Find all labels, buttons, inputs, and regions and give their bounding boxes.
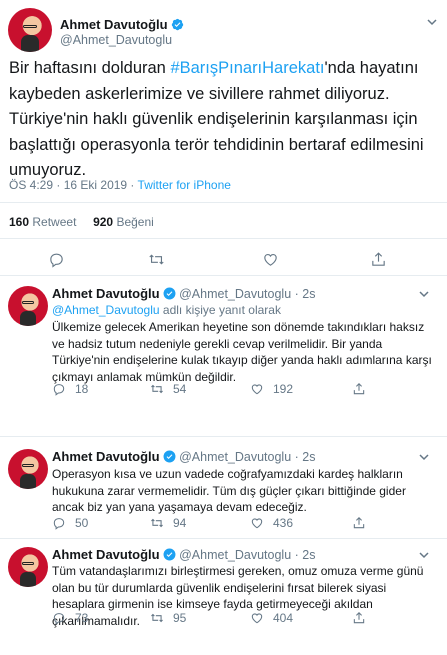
reply-tweet[interactable]: Ahmet Davutoğlu @Ahmet_Davutoglu · 2s Tü…	[0, 539, 447, 653]
caret-down-icon[interactable]	[418, 288, 430, 300]
avatar[interactable]	[8, 286, 48, 326]
reply-actions: 50 94 436	[52, 516, 432, 534]
like-button[interactable]	[262, 251, 279, 268]
reply-icon	[50, 253, 63, 268]
tweet-date[interactable]: 16 Eki 2019	[64, 178, 127, 192]
like-count-link[interactable]: 920 Beğeni	[93, 215, 154, 229]
like-icon	[264, 253, 277, 266]
retweet-icon	[151, 613, 163, 623]
like-icon	[251, 518, 263, 529]
share-icon	[353, 383, 365, 395]
retweet-icon	[151, 518, 163, 528]
tweet-stats: 160 Retweet 920 Beğeni	[9, 215, 154, 229]
reply-count: 18	[75, 382, 89, 396]
verified-badge-icon	[163, 450, 176, 463]
reply-icon	[53, 613, 65, 625]
hashtag-link[interactable]: #BarışPınarıHarekatı	[170, 59, 324, 77]
author-name[interactable]: Ahmet Davutoğlu	[52, 286, 160, 301]
like-count: 920	[93, 215, 114, 229]
divider	[0, 202, 447, 203]
retweet-label: Retweet	[32, 215, 77, 229]
like-button[interactable]: 192	[250, 382, 293, 396]
retweet-button[interactable]: 94	[150, 516, 186, 530]
author-handle[interactable]: @Ahmet_Davutoglu	[179, 287, 291, 301]
share-button[interactable]	[370, 251, 387, 268]
retweet-count: 160	[9, 215, 30, 229]
like-button[interactable]: 404	[250, 611, 293, 625]
divider	[0, 238, 447, 239]
reply-text: Operasyon kısa ve uzun vadede coğrafyamı…	[52, 467, 406, 514]
like-icon	[251, 384, 263, 395]
reply-actions: 18 54 192	[52, 382, 432, 400]
share-button[interactable]	[352, 516, 366, 530]
share-button[interactable]	[352, 611, 366, 625]
tweet-actions	[0, 248, 447, 272]
like-label: Beğeni	[116, 215, 154, 229]
retweet-count: 54	[173, 382, 187, 396]
author-name[interactable]: Ahmet Davutoğlu	[60, 17, 168, 32]
reply-icon	[53, 518, 65, 530]
reply-button[interactable]: 18	[52, 382, 88, 396]
caret-down-icon[interactable]	[418, 549, 430, 561]
retweet-icon	[151, 384, 163, 394]
share-button[interactable]	[352, 382, 366, 396]
reply-text: Ülkemize gelecek Amerikan heyetine son d…	[52, 320, 432, 384]
retweet-button[interactable]	[148, 251, 165, 268]
avatar[interactable]	[8, 449, 48, 489]
author-handle[interactable]: @Ahmet_Davutoglu	[179, 548, 291, 562]
like-button[interactable]: 436	[250, 516, 293, 530]
like-icon	[251, 613, 263, 624]
avatar[interactable]	[8, 8, 52, 52]
like-count: 404	[273, 611, 294, 625]
tweet-text-part: Bir haftasını dolduran	[9, 59, 171, 77]
tweet-text: Bir haftasını dolduran #BarışPınarıHarek…	[9, 56, 441, 184]
avatar[interactable]	[8, 547, 48, 587]
retweet-button[interactable]: 95	[150, 611, 186, 625]
main-tweet-header: Ahmet Davutoğlu @Ahmet_Davutoglu	[8, 6, 439, 54]
author-name[interactable]: Ahmet Davutoğlu	[52, 547, 160, 562]
reply-count: 73	[75, 611, 89, 625]
reply-count: 50	[75, 516, 89, 530]
tweet-timestamp: ÖS 4:29 · 16 Eki 2019 · Twitter for iPho…	[9, 178, 231, 192]
caret-down-icon[interactable]	[418, 451, 430, 463]
tweet-text-part: 'nda hayatını kaybeden askerlerimize ve …	[9, 59, 424, 179]
tweet-time[interactable]: 2s	[302, 548, 315, 562]
like-count: 436	[273, 516, 294, 530]
reply-to-line: @Ahmet_Davutoglu adlı kişiye yanıt olara…	[52, 303, 281, 317]
caret-down-icon[interactable]	[426, 16, 438, 28]
author-name-row[interactable]: Ahmet Davutoğlu	[60, 16, 184, 34]
reply-header: Ahmet Davutoğlu @Ahmet_Davutoglu · 2s	[52, 286, 316, 301]
retweet-count: 94	[173, 516, 187, 530]
reply-header: Ahmet Davutoğlu @Ahmet_Davutoglu · 2s	[52, 547, 316, 562]
reply-to-text: adlı kişiye yanıt olarak	[162, 303, 281, 317]
verified-badge-icon	[163, 548, 176, 561]
reply-button[interactable]: 50	[52, 516, 88, 530]
share-icon	[372, 252, 385, 266]
retweet-button[interactable]: 54	[150, 382, 186, 396]
tweet-time[interactable]: 2s	[302, 450, 315, 464]
tweet-source[interactable]: Twitter for iPhone	[138, 178, 231, 192]
reply-actions: 73 95 404	[52, 611, 432, 629]
reply-tweet[interactable]: Ahmet Davutoğlu @Ahmet_Davutoglu · 2s @A…	[0, 276, 447, 411]
like-count: 192	[273, 382, 294, 396]
verified-badge-icon	[171, 18, 183, 31]
tweet-time[interactable]: 2s	[302, 287, 315, 301]
retweet-count: 95	[173, 611, 187, 625]
author-handle[interactable]: @Ahmet_Davutoglu	[179, 450, 291, 464]
reply-button[interactable]: 73	[52, 611, 88, 625]
retweet-icon	[149, 254, 164, 265]
retweet-count-link[interactable]: 160 Retweet	[9, 215, 76, 229]
reply-header: Ahmet Davutoğlu @Ahmet_Davutoglu · 2s	[52, 449, 316, 464]
tweet-time[interactable]: ÖS 4:29	[9, 178, 53, 192]
verified-badge-icon	[163, 287, 176, 300]
share-icon	[353, 612, 365, 624]
reply-button[interactable]	[48, 251, 65, 268]
reply-icon	[53, 384, 65, 396]
author-name[interactable]: Ahmet Davutoğlu	[52, 449, 160, 464]
share-icon	[353, 517, 365, 529]
author-handle[interactable]: @Ahmet_Davutoglu	[60, 33, 172, 47]
reply-tweet[interactable]: Ahmet Davutoğlu @Ahmet_Davutoglu · 2s Op…	[0, 437, 447, 537]
reply-to-handle[interactable]: @Ahmet_Davutoglu	[52, 303, 160, 317]
